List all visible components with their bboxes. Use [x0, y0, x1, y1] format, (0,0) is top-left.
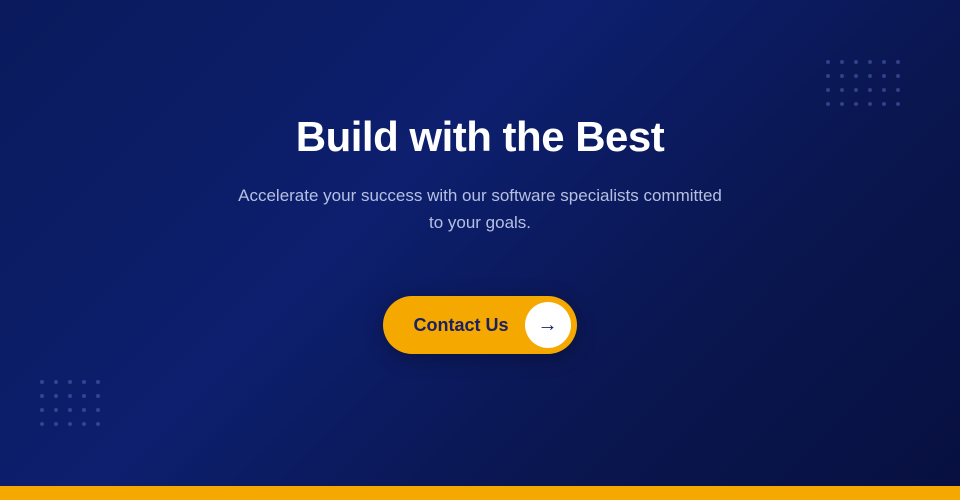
dot: [54, 394, 58, 398]
dot: [826, 74, 830, 78]
hero-title: Build with the Best: [296, 112, 665, 162]
dot: [868, 60, 872, 64]
dot: [826, 60, 830, 64]
dot: [840, 88, 844, 92]
dot: [68, 380, 72, 384]
dot: [868, 88, 872, 92]
hero-subtitle: Accelerate your success with our softwar…: [238, 182, 722, 236]
dot: [868, 74, 872, 78]
page-wrapper: Build with the Best Accelerate your succ…: [0, 0, 960, 500]
dot: [40, 380, 44, 384]
bottom-bar: [0, 486, 960, 500]
dot: [82, 422, 86, 426]
dot: [868, 102, 872, 106]
dot: [54, 408, 58, 412]
dot: [854, 102, 858, 106]
dot: [68, 408, 72, 412]
dot: [840, 60, 844, 64]
dot: [82, 380, 86, 384]
dot: [82, 408, 86, 412]
dot: [40, 394, 44, 398]
dot: [882, 74, 886, 78]
dot: [854, 60, 858, 64]
cta-arrow-circle: →: [525, 302, 571, 348]
dot: [896, 60, 900, 64]
dot: [840, 74, 844, 78]
dot: [68, 422, 72, 426]
contact-us-button[interactable]: Contact Us →: [383, 296, 576, 354]
dot: [896, 102, 900, 106]
dot: [896, 74, 900, 78]
dot: [826, 102, 830, 106]
dot: [54, 380, 58, 384]
dot: [82, 394, 86, 398]
dot: [96, 394, 100, 398]
cta-button-label: Contact Us: [413, 315, 508, 336]
dot: [896, 88, 900, 92]
dot: [882, 88, 886, 92]
dot: [826, 88, 830, 92]
dot: [68, 394, 72, 398]
dot: [40, 408, 44, 412]
dot-grid-bottom-left: [40, 380, 100, 426]
dot: [840, 102, 844, 106]
dot: [882, 60, 886, 64]
hero-section: Build with the Best Accelerate your succ…: [0, 0, 960, 486]
dot: [882, 102, 886, 106]
dot-grid-top-right: [826, 60, 900, 106]
dot: [96, 380, 100, 384]
arrow-right-icon: →: [538, 315, 558, 335]
dot: [54, 422, 58, 426]
dot: [96, 408, 100, 412]
dot: [40, 422, 44, 426]
dot: [854, 88, 858, 92]
dot: [96, 422, 100, 426]
dot: [854, 74, 858, 78]
